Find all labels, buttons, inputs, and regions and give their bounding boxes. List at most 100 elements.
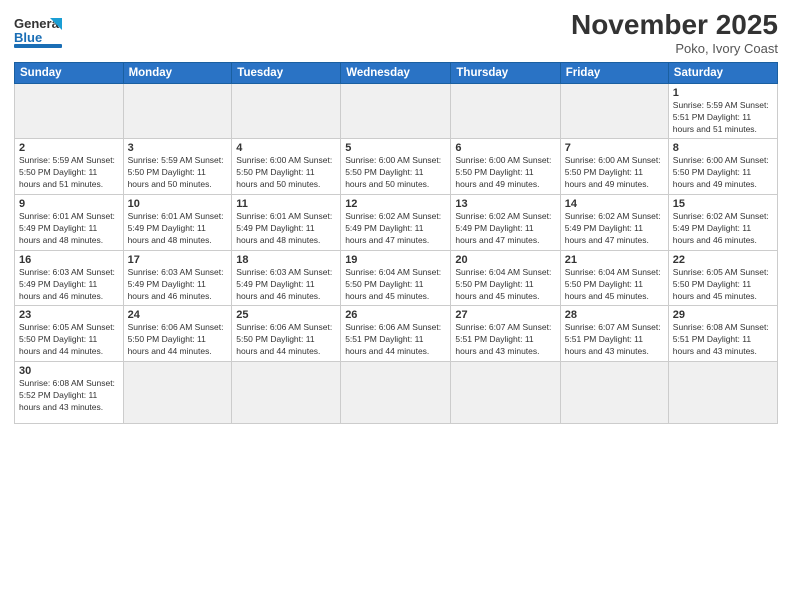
day-info: Sunrise: 5:59 AM Sunset: 5:51 PM Dayligh… bbox=[673, 100, 773, 136]
table-row bbox=[668, 362, 777, 424]
day-info: Sunrise: 6:04 AM Sunset: 5:50 PM Dayligh… bbox=[455, 267, 555, 303]
table-row: 7Sunrise: 6:00 AM Sunset: 5:50 PM Daylig… bbox=[560, 139, 668, 195]
day-info: Sunrise: 6:01 AM Sunset: 5:49 PM Dayligh… bbox=[128, 211, 228, 247]
table-row: 13Sunrise: 6:02 AM Sunset: 5:49 PM Dayli… bbox=[451, 195, 560, 251]
day-info: Sunrise: 6:00 AM Sunset: 5:50 PM Dayligh… bbox=[236, 155, 336, 191]
day-info: Sunrise: 6:02 AM Sunset: 5:49 PM Dayligh… bbox=[455, 211, 555, 247]
day-info: Sunrise: 6:03 AM Sunset: 5:49 PM Dayligh… bbox=[236, 267, 336, 303]
table-row: 10Sunrise: 6:01 AM Sunset: 5:49 PM Dayli… bbox=[123, 195, 232, 251]
day-number: 9 bbox=[19, 198, 119, 210]
col-saturday: Saturday bbox=[668, 62, 777, 83]
day-info: Sunrise: 5:59 AM Sunset: 5:50 PM Dayligh… bbox=[128, 155, 228, 191]
day-number: 10 bbox=[128, 198, 228, 210]
table-row bbox=[232, 362, 341, 424]
table-row: 4Sunrise: 6:00 AM Sunset: 5:50 PM Daylig… bbox=[232, 139, 341, 195]
table-row: 30Sunrise: 6:08 AM Sunset: 5:52 PM Dayli… bbox=[15, 362, 124, 424]
page: General Blue November 2025 Poko, Ivory C… bbox=[0, 0, 792, 612]
day-info: Sunrise: 6:01 AM Sunset: 5:49 PM Dayligh… bbox=[19, 211, 119, 247]
table-row: 18Sunrise: 6:03 AM Sunset: 5:49 PM Dayli… bbox=[232, 250, 341, 306]
day-info: Sunrise: 6:03 AM Sunset: 5:49 PM Dayligh… bbox=[128, 267, 228, 303]
page-subtitle: Poko, Ivory Coast bbox=[571, 41, 778, 56]
table-row: 11Sunrise: 6:01 AM Sunset: 5:49 PM Dayli… bbox=[232, 195, 341, 251]
day-info: Sunrise: 6:01 AM Sunset: 5:49 PM Dayligh… bbox=[236, 211, 336, 247]
day-number: 29 bbox=[673, 309, 773, 321]
day-number: 6 bbox=[455, 142, 555, 154]
col-monday: Monday bbox=[123, 62, 232, 83]
table-row: 17Sunrise: 6:03 AM Sunset: 5:49 PM Dayli… bbox=[123, 250, 232, 306]
table-row: 21Sunrise: 6:04 AM Sunset: 5:50 PM Dayli… bbox=[560, 250, 668, 306]
table-row bbox=[123, 362, 232, 424]
day-number: 23 bbox=[19, 309, 119, 321]
table-row: 12Sunrise: 6:02 AM Sunset: 5:49 PM Dayli… bbox=[341, 195, 451, 251]
logo-icon: General Blue bbox=[14, 10, 62, 50]
day-number: 27 bbox=[455, 309, 555, 321]
table-row: 23Sunrise: 6:05 AM Sunset: 5:50 PM Dayli… bbox=[15, 306, 124, 362]
table-row bbox=[232, 83, 341, 139]
table-row: 25Sunrise: 6:06 AM Sunset: 5:50 PM Dayli… bbox=[232, 306, 341, 362]
day-info: Sunrise: 6:07 AM Sunset: 5:51 PM Dayligh… bbox=[565, 322, 664, 358]
day-info: Sunrise: 6:04 AM Sunset: 5:50 PM Dayligh… bbox=[565, 267, 664, 303]
day-info: Sunrise: 6:06 AM Sunset: 5:50 PM Dayligh… bbox=[236, 322, 336, 358]
col-friday: Friday bbox=[560, 62, 668, 83]
day-number: 3 bbox=[128, 142, 228, 154]
day-number: 19 bbox=[345, 254, 446, 266]
table-row bbox=[341, 83, 451, 139]
table-row bbox=[451, 362, 560, 424]
table-row: 1Sunrise: 5:59 AM Sunset: 5:51 PM Daylig… bbox=[668, 83, 777, 139]
table-row: 15Sunrise: 6:02 AM Sunset: 5:49 PM Dayli… bbox=[668, 195, 777, 251]
day-info: Sunrise: 6:02 AM Sunset: 5:49 PM Dayligh… bbox=[673, 211, 773, 247]
day-number: 1 bbox=[673, 87, 773, 99]
day-number: 14 bbox=[565, 198, 664, 210]
calendar-header-row: Sunday Monday Tuesday Wednesday Thursday… bbox=[15, 62, 778, 83]
table-row: 2Sunrise: 5:59 AM Sunset: 5:50 PM Daylig… bbox=[15, 139, 124, 195]
table-row bbox=[123, 83, 232, 139]
day-info: Sunrise: 6:04 AM Sunset: 5:50 PM Dayligh… bbox=[345, 267, 446, 303]
header: General Blue November 2025 Poko, Ivory C… bbox=[14, 10, 778, 56]
table-row: 29Sunrise: 6:08 AM Sunset: 5:51 PM Dayli… bbox=[668, 306, 777, 362]
day-number: 16 bbox=[19, 254, 119, 266]
table-row: 24Sunrise: 6:06 AM Sunset: 5:50 PM Dayli… bbox=[123, 306, 232, 362]
table-row: 3Sunrise: 5:59 AM Sunset: 5:50 PM Daylig… bbox=[123, 139, 232, 195]
table-row bbox=[560, 362, 668, 424]
table-row: 22Sunrise: 6:05 AM Sunset: 5:50 PM Dayli… bbox=[668, 250, 777, 306]
day-info: Sunrise: 6:06 AM Sunset: 5:51 PM Dayligh… bbox=[345, 322, 446, 358]
day-number: 20 bbox=[455, 254, 555, 266]
day-info: Sunrise: 6:00 AM Sunset: 5:50 PM Dayligh… bbox=[455, 155, 555, 191]
day-number: 5 bbox=[345, 142, 446, 154]
table-row: 28Sunrise: 6:07 AM Sunset: 5:51 PM Dayli… bbox=[560, 306, 668, 362]
day-info: Sunrise: 6:00 AM Sunset: 5:50 PM Dayligh… bbox=[565, 155, 664, 191]
table-row: 27Sunrise: 6:07 AM Sunset: 5:51 PM Dayli… bbox=[451, 306, 560, 362]
col-sunday: Sunday bbox=[15, 62, 124, 83]
calendar-table: Sunday Monday Tuesday Wednesday Thursday… bbox=[14, 62, 778, 424]
day-number: 8 bbox=[673, 142, 773, 154]
col-wednesday: Wednesday bbox=[341, 62, 451, 83]
table-row: 8Sunrise: 6:00 AM Sunset: 5:50 PM Daylig… bbox=[668, 139, 777, 195]
day-info: Sunrise: 6:00 AM Sunset: 5:50 PM Dayligh… bbox=[345, 155, 446, 191]
table-row bbox=[560, 83, 668, 139]
svg-text:Blue: Blue bbox=[14, 30, 42, 45]
day-number: 2 bbox=[19, 142, 119, 154]
day-info: Sunrise: 6:05 AM Sunset: 5:50 PM Dayligh… bbox=[19, 322, 119, 358]
logo: General Blue bbox=[14, 10, 62, 50]
col-tuesday: Tuesday bbox=[232, 62, 341, 83]
day-number: 11 bbox=[236, 198, 336, 210]
day-info: Sunrise: 6:02 AM Sunset: 5:49 PM Dayligh… bbox=[565, 211, 664, 247]
table-row bbox=[451, 83, 560, 139]
day-number: 21 bbox=[565, 254, 664, 266]
day-number: 24 bbox=[128, 309, 228, 321]
table-row: 19Sunrise: 6:04 AM Sunset: 5:50 PM Dayli… bbox=[341, 250, 451, 306]
day-info: Sunrise: 5:59 AM Sunset: 5:50 PM Dayligh… bbox=[19, 155, 119, 191]
table-row: 5Sunrise: 6:00 AM Sunset: 5:50 PM Daylig… bbox=[341, 139, 451, 195]
table-row: 14Sunrise: 6:02 AM Sunset: 5:49 PM Dayli… bbox=[560, 195, 668, 251]
day-number: 18 bbox=[236, 254, 336, 266]
day-number: 25 bbox=[236, 309, 336, 321]
day-number: 7 bbox=[565, 142, 664, 154]
title-area: November 2025 Poko, Ivory Coast bbox=[571, 10, 778, 56]
day-info: Sunrise: 6:05 AM Sunset: 5:50 PM Dayligh… bbox=[673, 267, 773, 303]
day-info: Sunrise: 6:08 AM Sunset: 5:52 PM Dayligh… bbox=[19, 378, 119, 414]
table-row bbox=[15, 83, 124, 139]
day-info: Sunrise: 6:00 AM Sunset: 5:50 PM Dayligh… bbox=[673, 155, 773, 191]
day-number: 17 bbox=[128, 254, 228, 266]
day-info: Sunrise: 6:07 AM Sunset: 5:51 PM Dayligh… bbox=[455, 322, 555, 358]
day-info: Sunrise: 6:08 AM Sunset: 5:51 PM Dayligh… bbox=[673, 322, 773, 358]
